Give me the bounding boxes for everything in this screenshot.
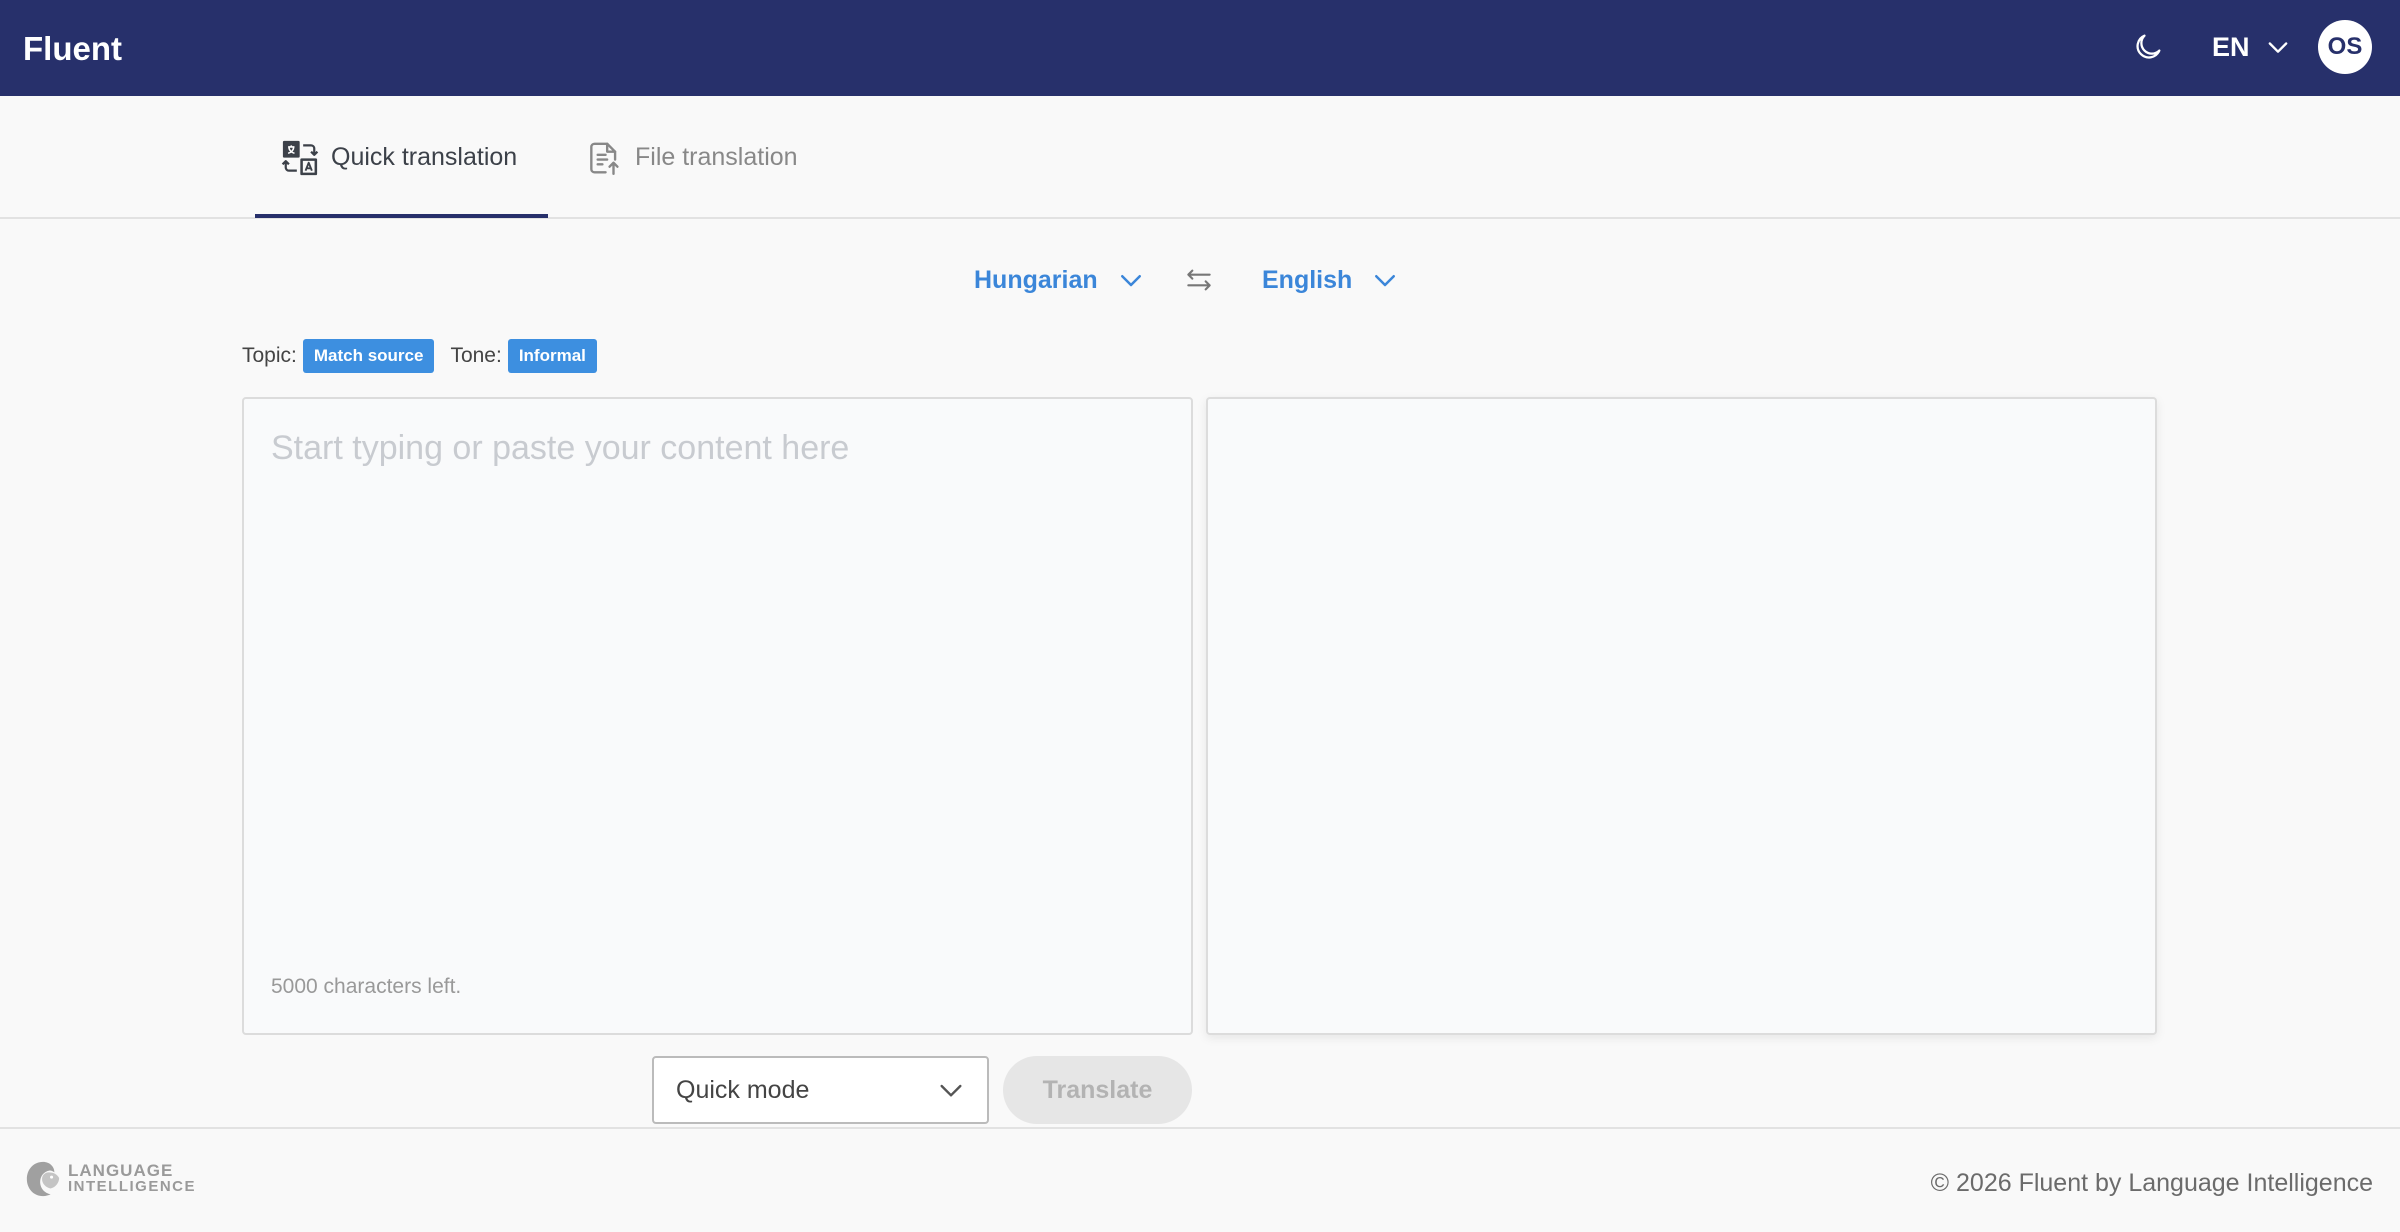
top-bar: Fluent EN OS [0, 0, 2400, 96]
tab-label: Quick translation [331, 143, 518, 171]
app-brand[interactable]: Fluent [23, 30, 122, 68]
ui-language-select[interactable]: EN [2212, 28, 2292, 66]
dark-mode-toggle[interactable] [2131, 30, 2165, 64]
chevron-down-icon [940, 1084, 962, 1097]
characters-left-counter: 5000 characters left. [271, 975, 462, 998]
source-text-input[interactable] [244, 399, 1191, 1033]
swap-icon [1187, 269, 1211, 291]
translate-button[interactable]: Translate [1003, 1056, 1192, 1124]
target-language-select[interactable]: English [1262, 258, 1400, 302]
user-avatar[interactable]: OS [2318, 20, 2372, 74]
target-language-label: English [1262, 265, 1353, 294]
ui-language-label: EN [2212, 31, 2250, 62]
chevron-down-icon [1120, 275, 1141, 287]
tab-label: File translation [635, 143, 798, 171]
language-intelligence-logo[interactable]: LANGUAGE INTELLIGENCE [24, 1157, 196, 1201]
source-language-label: Hungarian [974, 265, 1098, 294]
topic-label: Topic: [242, 343, 297, 367]
logo-icon [26, 1161, 60, 1197]
active-tab-indicator [255, 214, 548, 218]
swap-languages-button[interactable] [1183, 264, 1215, 296]
translation-mode-select[interactable]: Quick mode [652, 1056, 989, 1124]
topic-badge[interactable]: Match source [302, 338, 435, 373]
tone-label: Tone: [450, 343, 502, 367]
file-upload-icon [590, 142, 619, 175]
source-panel: 5000 characters left. [242, 397, 1193, 1035]
mode-label: Quick mode [676, 1075, 810, 1104]
tab-file-translation[interactable]: File translation [585, 96, 798, 219]
source-language-select[interactable]: Hungarian [974, 258, 1146, 302]
logo-wordmark: LANGUAGE INTELLIGENCE [68, 1161, 197, 1195]
chevron-down-icon [1375, 275, 1396, 287]
copyright-text: © 2026 Fluent by Language Intelligence [1930, 1169, 2373, 1197]
footer: LANGUAGE INTELLIGENCE © 2026 Fluent by L… [0, 1127, 2400, 1232]
tone-badge[interactable]: Informal [507, 338, 597, 373]
tab-bar: Quick translation File translation [0, 96, 2400, 219]
target-panel [1206, 397, 2157, 1035]
moon-icon [2136, 34, 2161, 59]
translation-options: Topic: Match source Tone: Informal [242, 338, 607, 373]
translate-icon [281, 140, 319, 175]
chevron-down-icon [2268, 42, 2287, 53]
tab-quick-translation[interactable]: Quick translation [281, 96, 517, 219]
